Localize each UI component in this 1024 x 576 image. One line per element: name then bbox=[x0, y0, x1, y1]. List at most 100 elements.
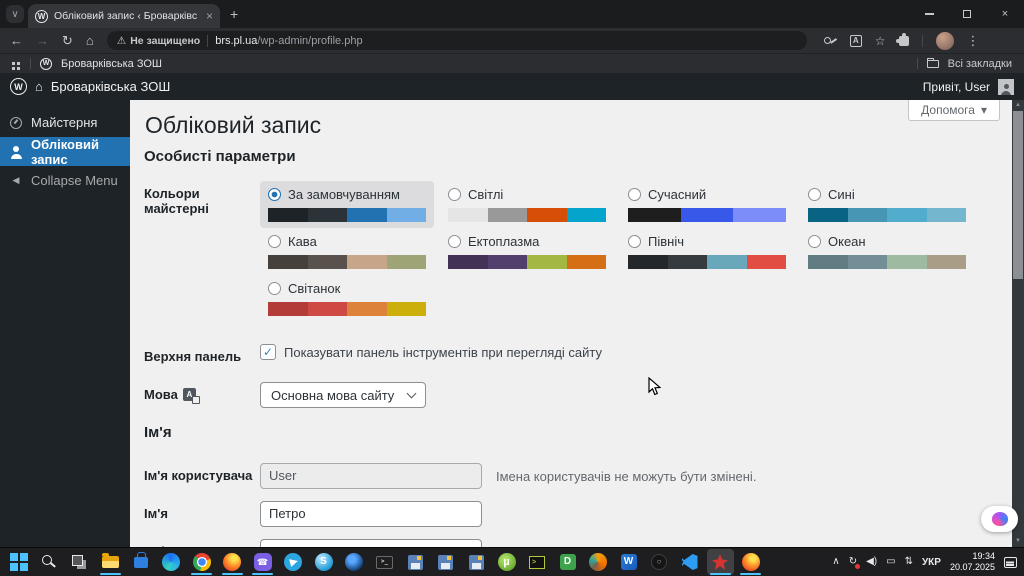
password-key-icon[interactable] bbox=[823, 34, 837, 47]
new-tab-button[interactable]: + bbox=[230, 6, 238, 22]
tab-close-icon[interactable]: × bbox=[206, 9, 213, 23]
network-icon[interactable]: ⇅ bbox=[905, 557, 913, 567]
tab-search-chevron-icon[interactable]: ∨ bbox=[6, 5, 24, 23]
dark-circle-app-icon[interactable]: ○ bbox=[646, 549, 673, 575]
forward-icon[interactable]: → bbox=[36, 34, 49, 47]
firefox-browser-icon-2[interactable] bbox=[737, 549, 764, 575]
page-scrollbar[interactable]: ▲ ▼ bbox=[1012, 100, 1024, 547]
sidebar-item-profile[interactable]: Обліковий запис bbox=[0, 137, 138, 167]
radio-icon[interactable] bbox=[808, 235, 821, 248]
security-chip[interactable]: ⚠ Не защищено bbox=[117, 35, 200, 47]
telegram-icon[interactable] bbox=[280, 549, 307, 575]
user-avatar[interactable] bbox=[998, 78, 1014, 95]
color-swatch bbox=[527, 255, 567, 269]
username-input[interactable]: User bbox=[260, 463, 482, 489]
toolbar-checkbox[interactable]: ✓ bbox=[260, 344, 276, 360]
close-window-button[interactable]: × bbox=[986, 0, 1024, 28]
color-scheme-option-3[interactable]: Сині bbox=[800, 181, 974, 228]
color-scheme-option-2[interactable]: Сучасний bbox=[620, 181, 794, 228]
scroll-down-icon[interactable]: ▼ bbox=[1015, 536, 1021, 546]
skype-icon[interactable]: S bbox=[310, 549, 337, 575]
utorrent-icon[interactable]: µ bbox=[493, 549, 520, 575]
maximize-icon bbox=[963, 10, 971, 18]
help-button[interactable]: Допомога ▾ bbox=[908, 100, 1000, 121]
search-button[interactable] bbox=[36, 549, 63, 575]
keyboard-language[interactable]: УКР bbox=[922, 557, 941, 568]
floppy-app-icon-3[interactable] bbox=[463, 549, 490, 575]
maximize-button[interactable] bbox=[948, 0, 986, 28]
extensions-icon[interactable] bbox=[895, 32, 909, 46]
bookmark-star-icon[interactable]: ☆ bbox=[875, 34, 886, 48]
radio-icon[interactable] bbox=[628, 235, 641, 248]
radio-icon[interactable] bbox=[268, 188, 281, 201]
sync-icon[interactable]: ↻ bbox=[849, 557, 861, 569]
orange-app-icon[interactable] bbox=[585, 549, 612, 575]
task-view-button[interactable] bbox=[66, 549, 93, 575]
edge-browser-icon[interactable] bbox=[158, 549, 185, 575]
admin-bar-site-name[interactable]: Броварківська ЗОШ bbox=[51, 79, 170, 94]
vscode-icon[interactable] bbox=[676, 549, 703, 575]
radio-icon[interactable] bbox=[448, 188, 461, 201]
bookmark-site[interactable]: Броварківська ЗОШ bbox=[61, 58, 162, 70]
viber-icon[interactable]: ☎ bbox=[249, 549, 276, 575]
home-icon[interactable]: ⌂ bbox=[86, 34, 94, 47]
minimize-button[interactable] bbox=[910, 0, 948, 28]
file-explorer-icon[interactable] bbox=[97, 549, 124, 575]
browser-tab[interactable]: W Обліковий запис ‹ Броварківс × bbox=[28, 4, 220, 28]
d-app-icon[interactable]: D bbox=[554, 549, 581, 575]
microsoft-store-icon[interactable] bbox=[127, 549, 154, 575]
color-scheme-option-6[interactable]: Північ bbox=[620, 228, 794, 275]
taskbar-clock[interactable]: 19:34 20.07.2025 bbox=[950, 551, 995, 574]
sidebar-item-collapse[interactable]: ◀ Collapse Menu bbox=[0, 166, 130, 195]
volume-icon[interactable]: ◀) bbox=[866, 557, 877, 567]
color-swatch bbox=[746, 255, 786, 269]
firstname-input[interactable]: Петро bbox=[260, 501, 482, 527]
chrome-browser-glyph bbox=[192, 553, 211, 571]
radio-icon[interactable] bbox=[448, 235, 461, 248]
radio-icon[interactable] bbox=[268, 282, 281, 295]
wp-logo-icon[interactable]: W bbox=[10, 78, 27, 95]
scroll-up-icon[interactable]: ▲ bbox=[1015, 100, 1021, 110]
color-swatch bbox=[707, 255, 747, 269]
firefox-browser-icon[interactable] bbox=[219, 549, 246, 575]
hidden-icons-chevron[interactable]: ∧ bbox=[832, 557, 839, 567]
accessibility-widget[interactable] bbox=[981, 506, 1018, 532]
color-scheme-option-8[interactable]: Світанок bbox=[260, 275, 434, 322]
putty-icon[interactable]: > bbox=[524, 549, 551, 575]
color-scheme-option-7[interactable]: Океан bbox=[800, 228, 974, 275]
radio-icon[interactable] bbox=[268, 235, 281, 248]
lastname-input[interactable]: Петренко bbox=[260, 539, 482, 547]
color-scheme-option-1[interactable]: Світлі bbox=[440, 181, 614, 228]
reload-icon[interactable]: ↻ bbox=[62, 34, 73, 47]
browser-profile-avatar[interactable] bbox=[935, 31, 954, 50]
start-button[interactable] bbox=[5, 549, 32, 575]
scheme-label: Океан bbox=[828, 234, 866, 249]
floppy-app-glyph bbox=[438, 554, 453, 570]
battery-icon[interactable]: ▭ bbox=[886, 557, 895, 567]
color-scheme-option-4[interactable]: Кава bbox=[260, 228, 434, 275]
translate-icon[interactable]: A bbox=[849, 34, 862, 47]
scrollbar-thumb[interactable] bbox=[1013, 111, 1023, 279]
word-icon[interactable]: W bbox=[615, 549, 642, 575]
back-icon[interactable]: ← bbox=[10, 34, 23, 47]
color-swatch bbox=[566, 255, 606, 269]
language-select[interactable]: Основна мова сайту bbox=[260, 382, 427, 408]
all-bookmarks-button[interactable]: Всі закладки bbox=[948, 58, 1012, 70]
terminal-icon[interactable]: >_ bbox=[371, 549, 398, 575]
admin-bar-greeting[interactable]: Привіт, User bbox=[923, 80, 990, 94]
address-bar[interactable]: ⚠ Не защищено brs.pl.ua/wp-admin/profile… bbox=[106, 31, 807, 50]
sidebar-item-dashboard[interactable]: Майстерня bbox=[0, 108, 130, 137]
red-active-app-icon[interactable] bbox=[706, 549, 734, 575]
radio-icon[interactable] bbox=[808, 188, 821, 201]
notification-center-icon[interactable] bbox=[1004, 556, 1017, 568]
color-scheme-option-5[interactable]: Ектоплазма bbox=[440, 228, 614, 275]
chrome-browser-icon[interactable] bbox=[188, 549, 215, 575]
color-scheme-option-0[interactable]: За замовчуванням bbox=[260, 181, 434, 228]
radio-icon[interactable] bbox=[628, 188, 641, 201]
floppy-app-icon-1[interactable] bbox=[402, 549, 429, 575]
blue-orb-app-icon[interactable] bbox=[341, 549, 368, 575]
bookmarks-bar: W Броварківська ЗОШ Всі закладки bbox=[0, 53, 1024, 73]
apps-grid-icon[interactable] bbox=[12, 62, 15, 65]
browser-menu-icon[interactable]: ⋮ bbox=[967, 33, 980, 49]
floppy-app-icon-2[interactable] bbox=[432, 549, 459, 575]
